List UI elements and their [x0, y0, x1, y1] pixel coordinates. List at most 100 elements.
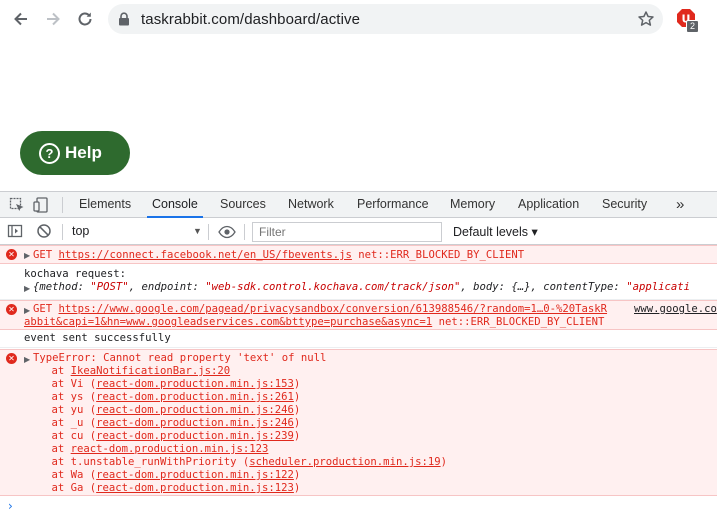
error-icon: ✕: [6, 249, 17, 260]
help-button[interactable]: ? Help: [20, 131, 130, 175]
inspect-element-icon[interactable]: [9, 197, 25, 216]
stack-frame-source-link[interactable]: scheduler.production.min.js:19: [249, 456, 440, 468]
console-error-message: ✕ ▶ TypeError: Cannot read property 'tex…: [0, 349, 717, 496]
filter-input[interactable]: [252, 222, 442, 242]
stack-frame-function: yu (: [70, 404, 97, 416]
expand-triangle-icon[interactable]: ▶: [24, 249, 30, 262]
tab-memory[interactable]: Memory: [450, 192, 495, 218]
toolbar-separator: [244, 224, 245, 240]
console-log-message: kochava request: ▶ {method: "POST", endp…: [0, 264, 717, 300]
stack-frame-prefix: at: [26, 365, 71, 377]
question-icon: ?: [39, 142, 60, 164]
stack-frame-function: Vi (: [70, 378, 97, 390]
console-error-message: ✕ ▶ GET https://www.google.com/pagead/pr…: [0, 300, 717, 330]
stack-frame-function: t.unstable_runWithPriority (: [70, 456, 250, 468]
stack-frame-prefix: at: [26, 417, 71, 429]
stack-frame-prefix: at: [26, 378, 71, 390]
tab-sources[interactable]: Sources: [220, 192, 266, 218]
stack-frame-source-link[interactable]: react-dom.production.min.js:246: [96, 404, 294, 416]
stack-frame-paren: ): [293, 404, 301, 416]
more-tabs-button[interactable]: »: [676, 192, 684, 218]
stack-frame-prefix: at: [26, 469, 71, 481]
tab-separator: [62, 197, 63, 213]
console-error-message: ✕ ▶ GET https://connect.facebook.net/en_…: [0, 245, 717, 264]
error-line: GET https://connect.facebook.net/en_US/f…: [33, 249, 524, 262]
stack-frame-source-link[interactable]: react-dom.production.min.js:239: [96, 430, 294, 442]
console-log-message: event sent successfully: [0, 330, 717, 348]
tab-elements[interactable]: Elements: [79, 192, 131, 218]
stack-frame: at ys (react-dom.production.min.js:261): [26, 391, 447, 404]
error-icon: ✕: [6, 304, 17, 315]
stack-frame: at yu (react-dom.production.min.js:246): [26, 404, 447, 417]
context-select[interactable]: top: [72, 224, 89, 238]
stack-frame: at Vi (react-dom.production.min.js:153): [26, 378, 447, 391]
star-icon[interactable]: [637, 10, 655, 31]
tab-network[interactable]: Network: [288, 192, 334, 218]
forward-button[interactable]: [42, 8, 64, 30]
stack-frame-paren: ): [440, 456, 447, 468]
log-text: event sent successfully: [24, 332, 171, 344]
stack-frame-function: ys (: [70, 391, 97, 403]
arrow-left-icon: [14, 12, 27, 26]
browser-toolbar: taskrabbit.com/dashboard/active U 2: [0, 0, 717, 38]
arrow-right-icon: [47, 12, 60, 26]
stack-frame-paren: ): [293, 391, 301, 403]
sidebar-toggle-icon[interactable]: [7, 223, 23, 242]
device-toolbar-icon[interactable]: [33, 197, 49, 216]
tab-security[interactable]: Security: [602, 192, 647, 218]
eye-icon[interactable]: [218, 224, 236, 243]
stack-frame-source-link[interactable]: react-dom.production.min.js:261: [96, 391, 294, 403]
stack-frame-function: Ga (: [70, 482, 97, 494]
stack-frame: at IkeaNotificationBar.js:20: [26, 365, 447, 378]
stack-frame-function: _u (: [70, 417, 97, 429]
stack-frame-prefix: at: [26, 391, 71, 403]
log-levels-dropdown[interactable]: Default levels ▾: [453, 224, 538, 239]
extension-badge: 2: [686, 20, 700, 33]
stack-frame-source-link[interactable]: react-dom.production.min.js:122: [96, 469, 294, 481]
tab-performance[interactable]: Performance: [357, 192, 429, 218]
error-line: GET https://www.google.com/pagead/privac…: [33, 303, 607, 316]
back-button[interactable]: [10, 8, 32, 30]
stack-frame-source-link[interactable]: react-dom.production.min.js:123: [71, 443, 269, 455]
stack-frame-source-link[interactable]: react-dom.production.min.js:246: [96, 417, 294, 429]
request-url-link[interactable]: https://connect.facebook.net/en_US/fbeve…: [59, 249, 352, 261]
source-link[interactable]: www.google.co: [634, 303, 717, 316]
toolbar-separator: [62, 224, 63, 240]
help-label: Help: [65, 143, 102, 162]
stack-frame-source-link[interactable]: IkeaNotificationBar.js:20: [71, 365, 230, 377]
log-object[interactable]: {method: "POST", endpoint: "web-sdk.cont…: [33, 281, 690, 294]
tab-console[interactable]: Console: [147, 192, 203, 218]
object-key: {method:: [33, 281, 91, 293]
stack-frame: at Wa (react-dom.production.min.js:122): [26, 469, 447, 482]
stack-trace: at IkeaNotificationBar.js:20 at Vi (reac…: [26, 365, 447, 495]
reload-button[interactable]: [74, 8, 96, 30]
stack-frame-source-link[interactable]: react-dom.production.min.js:123: [96, 482, 294, 494]
stack-frame-paren: ): [293, 417, 301, 429]
console-prompt[interactable]: ›: [8, 499, 13, 512]
tab-application[interactable]: Application: [518, 192, 579, 218]
clear-console-icon[interactable]: [36, 223, 52, 242]
devtools-tabbar: Elements Console Sources Network Perform…: [0, 192, 717, 218]
request-method: GET: [33, 303, 59, 315]
stack-frame-function: cu (: [70, 430, 97, 442]
stack-frame-source-link[interactable]: react-dom.production.min.js:153: [96, 378, 294, 390]
page-content: ? Help: [0, 38, 717, 191]
error-status: net::ERR_BLOCKED_BY_CLIENT: [432, 316, 605, 328]
expand-triangle-icon[interactable]: ▶: [24, 282, 30, 295]
stack-frame: at _u (react-dom.production.min.js:246): [26, 417, 447, 430]
object-value: "web-sdk.control.kochava.com/track/json": [205, 281, 461, 293]
address-bar[interactable]: taskrabbit.com/dashboard/active: [108, 4, 663, 34]
request-method: GET: [33, 249, 59, 261]
toolbar-separator: [208, 224, 209, 240]
request-url-link[interactable]: https://www.google.com/pagead/privacysan…: [59, 303, 608, 315]
request-url-link[interactable]: abbit&capi=1&hn=www.googleadservices.com…: [24, 316, 432, 328]
object-value: "applicati: [626, 281, 690, 293]
stack-frame-prefix: at: [26, 404, 71, 416]
stack-frame-prefix: at: [26, 482, 71, 494]
stack-frame-paren: ): [293, 378, 301, 390]
console-toolbar: top ▼ Default levels ▾: [0, 219, 717, 245]
stack-frame-prefix: at: [26, 443, 71, 455]
object-key: , body: {…}, contentType:: [460, 281, 627, 293]
caret-down-icon: ▼: [193, 226, 202, 236]
error-icon: ✕: [6, 353, 17, 364]
